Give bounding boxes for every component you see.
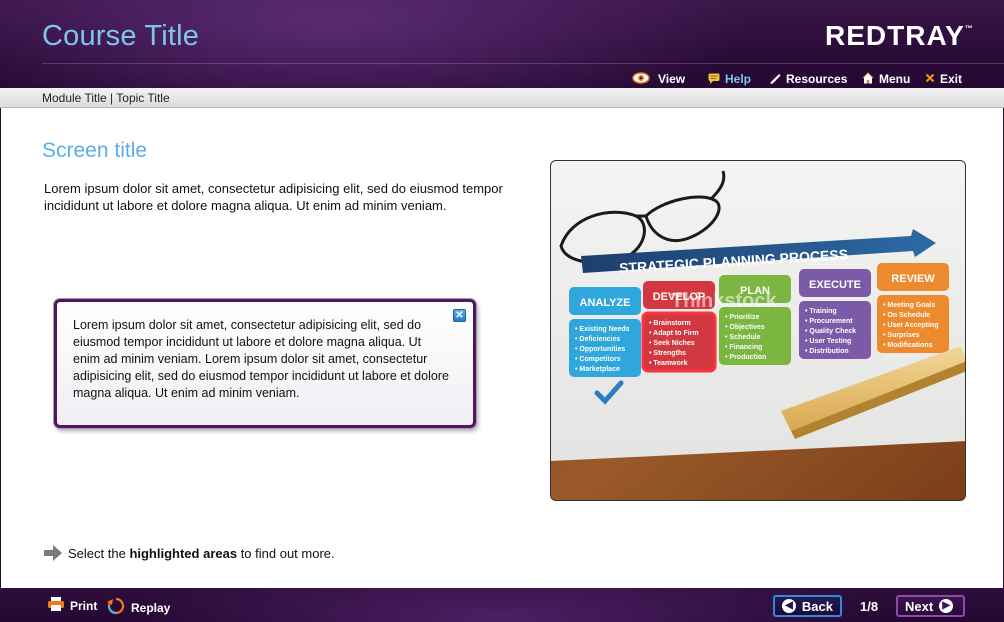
step-item-3-0: • Training bbox=[805, 308, 837, 315]
footer: Print Replay ◀ Back 1/8 Next ▶ bbox=[0, 588, 1004, 622]
chat-bubble-icon bbox=[708, 73, 720, 86]
step-label-3: EXECUTE bbox=[809, 279, 861, 291]
arrow-right-icon bbox=[44, 545, 62, 561]
step-item-1-4: • Teamwork bbox=[649, 360, 688, 367]
menu-button[interactable]: Menu bbox=[862, 71, 910, 87]
step-item-4-3: • Surprises bbox=[883, 332, 920, 339]
step-item-3-4: • Distribution bbox=[805, 348, 849, 355]
exit-button[interactable]: Exit bbox=[925, 71, 962, 87]
top-nav: View Help Resources Menu Exit bbox=[0, 71, 1004, 87]
instruction-text-start: Select the bbox=[68, 545, 130, 561]
exit-label: Exit bbox=[940, 72, 963, 86]
step-item-2-2: • Schedule bbox=[725, 334, 761, 341]
print-label: Print bbox=[70, 598, 98, 613]
instruction-line: Select the highlighted areas to find out… bbox=[44, 545, 335, 561]
printer-icon bbox=[48, 597, 64, 614]
step-item-0-1: • Deficiencies bbox=[575, 336, 620, 343]
step-item-4-1: • On Schedule bbox=[883, 312, 930, 319]
step-item-0-2: • Opportunities bbox=[575, 346, 625, 353]
view-label: View bbox=[658, 72, 686, 86]
step-item-3-3: • User Testing bbox=[805, 338, 851, 345]
popup-text: Lorem ipsum dolor sit amet, consectetur … bbox=[73, 318, 449, 400]
brand-logo: REDTRAY™ bbox=[825, 20, 973, 52]
step-item-2-3: • Financing bbox=[725, 344, 762, 351]
step-item-0-3: • Competitors bbox=[575, 356, 621, 363]
help-label: Help bbox=[725, 72, 752, 86]
arrow-right-circle-icon: ▶ bbox=[939, 599, 954, 613]
instruction-highlight: highlighted areas bbox=[129, 545, 238, 561]
replay-icon bbox=[107, 597, 125, 618]
view-button[interactable]: View bbox=[632, 71, 685, 87]
brand-name: REDTRAY bbox=[825, 20, 965, 51]
back-label: Back bbox=[801, 598, 833, 614]
step-label-0: ANALYZE bbox=[580, 297, 631, 309]
back-button[interactable]: ◀ Back bbox=[773, 595, 842, 617]
replay-button[interactable]: Replay bbox=[107, 597, 170, 618]
photo-illustration: STRATEGIC PLANNING PROCESS ANALYZE• Exis… bbox=[551, 161, 965, 500]
step-item-0-0: • Existing Needs bbox=[575, 326, 630, 333]
resources-label: Resources bbox=[786, 72, 848, 86]
step-item-3-1: • Procurement bbox=[805, 318, 853, 325]
step-item-3-2: • Quality Check bbox=[805, 328, 856, 335]
step-item-1-1: • Adapt to Firm bbox=[649, 330, 699, 337]
step-item-1-0: • Brainstorm bbox=[649, 320, 691, 327]
step-item-4-0: • Meeting Goals bbox=[883, 302, 935, 309]
menu-label: Menu bbox=[879, 72, 911, 86]
resources-button[interactable]: Resources bbox=[769, 71, 847, 87]
step-item-1-2: • Seek Niches bbox=[649, 340, 695, 347]
page-counter: 1/8 bbox=[860, 599, 879, 614]
trademark-mark: ™ bbox=[964, 24, 973, 33]
info-popup: ✕ Lorem ipsum dolor sit amet, consectetu… bbox=[54, 299, 476, 428]
step-item-2-0: • Prioritize bbox=[725, 314, 759, 321]
step-item-1-3: • Strengths bbox=[649, 350, 686, 357]
replay-label: Replay bbox=[131, 600, 171, 615]
intro-text: Lorem ipsum dolor sit amet, consectetur … bbox=[44, 181, 503, 213]
step-item-0-4: • Marketplace bbox=[575, 366, 620, 373]
next-label: Next bbox=[905, 598, 934, 614]
home-icon bbox=[862, 72, 874, 86]
step-item-4-4: • Modifications bbox=[883, 342, 933, 349]
header: Course Title REDTRAY™ View Help Resource… bbox=[0, 0, 1004, 88]
instruction-text-end: to find out more. bbox=[237, 545, 335, 561]
print-button[interactable]: Print bbox=[48, 597, 97, 614]
help-button[interactable]: Help bbox=[708, 71, 751, 87]
step-item-2-4: • Production bbox=[725, 354, 766, 361]
header-divider bbox=[42, 63, 1004, 64]
main-content: Screen title Lorem ipsum dolor sit amet,… bbox=[0, 108, 1004, 588]
photo-watermark: Thinkstock bbox=[671, 290, 777, 312]
close-x-icon bbox=[925, 73, 935, 85]
next-button[interactable]: Next ▶ bbox=[896, 595, 965, 617]
screen-title: Screen title bbox=[42, 139, 148, 162]
step-item-2-1: • Objectives bbox=[725, 324, 765, 331]
step-label-4: REVIEW bbox=[891, 273, 935, 285]
course-title: Course Title bbox=[42, 20, 200, 52]
eye-icon bbox=[632, 72, 650, 86]
strategic-planning-photo: STRATEGIC PLANNING PROCESS ANALYZE • Exis… bbox=[550, 160, 966, 501]
step-item-4-2: • User Accepting bbox=[883, 322, 938, 329]
popup-close-button[interactable]: ✕ bbox=[453, 309, 466, 322]
pencil-icon bbox=[769, 72, 781, 86]
breadcrumb: Module Title | Topic Title bbox=[42, 91, 170, 105]
arrow-left-circle-icon: ◀ bbox=[782, 599, 796, 613]
breadcrumb-bar: Module Title | Topic Title bbox=[0, 88, 1004, 108]
